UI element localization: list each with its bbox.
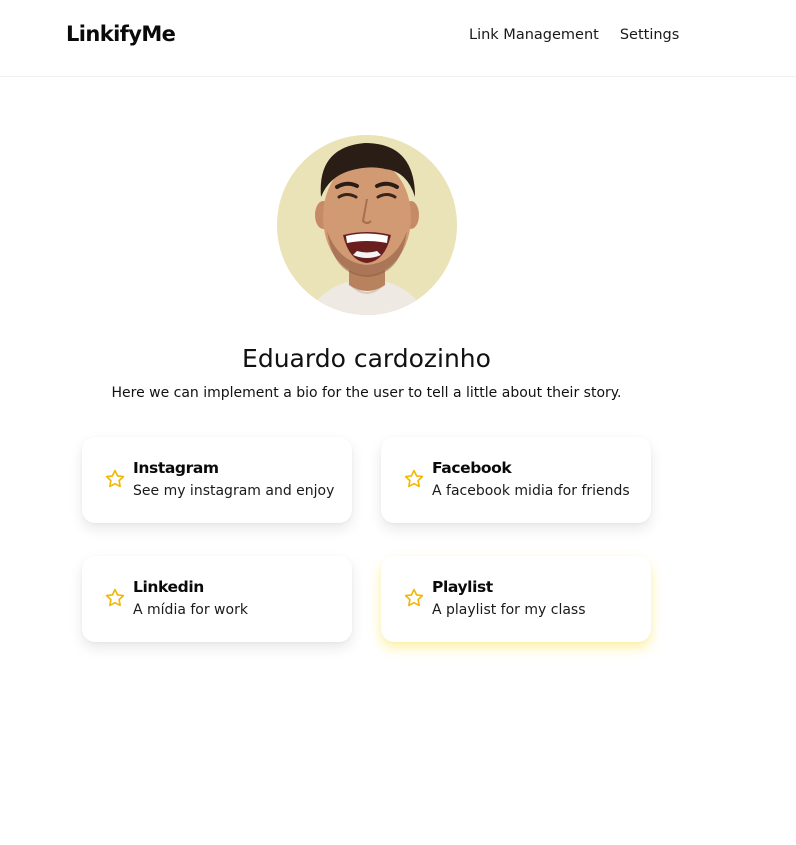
link-card-description: A playlist for my class xyxy=(432,602,586,618)
nav-link-settings[interactable]: Settings xyxy=(620,27,679,43)
star-icon xyxy=(404,588,424,607)
avatar-photo-illustration xyxy=(277,135,457,315)
star-icon xyxy=(105,469,125,488)
link-card-title: Playlist xyxy=(432,578,493,596)
link-card-title: Linkedin xyxy=(133,578,204,596)
link-card-title: Instagram xyxy=(133,459,219,477)
nav-menu: Link Management Settings xyxy=(469,27,679,43)
profile-name: Eduardo cardozinho xyxy=(242,344,491,373)
star-icon xyxy=(105,588,125,607)
star-icon xyxy=(404,469,424,488)
app-logo[interactable]: LinkifyMe xyxy=(66,22,176,46)
link-card-instagram[interactable]: Instagram See my instagram and enjoy xyxy=(82,437,352,523)
profile-bio: Here we can implement a bio for the user… xyxy=(111,385,622,401)
link-card-facebook[interactable]: Facebook A facebook midia for friends xyxy=(381,437,651,523)
link-card-linkedin[interactable]: Linkedin A mídia for work xyxy=(82,556,352,642)
profile-avatar xyxy=(277,135,457,315)
link-card-description: A mídia for work xyxy=(133,602,248,618)
link-card-playlist[interactable]: Playlist A playlist for my class xyxy=(381,556,651,642)
link-card-description: A facebook midia for friends xyxy=(432,483,630,499)
link-card-description: See my instagram and enjoy xyxy=(133,483,335,499)
top-navigation-bar: LinkifyMe Link Management Settings xyxy=(0,0,796,77)
nav-link-link-management[interactable]: Link Management xyxy=(469,27,599,43)
link-card-title: Facebook xyxy=(432,459,512,477)
